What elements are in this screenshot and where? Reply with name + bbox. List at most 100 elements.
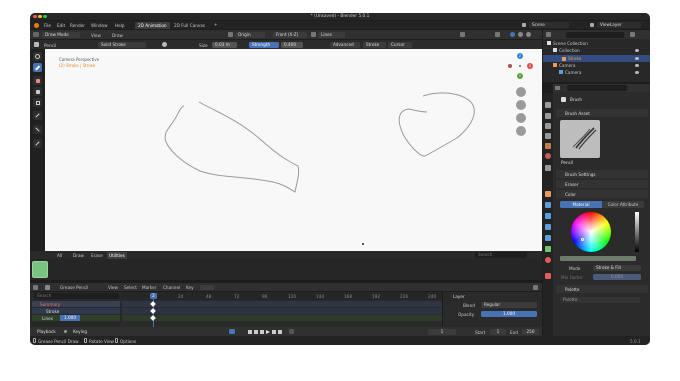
mode-selector[interactable]: Stroke & Fill (593, 265, 641, 271)
drawing-plane-selector[interactable]: Front (X-Z) (273, 31, 307, 38)
effects-properties-tab-icon[interactable] (545, 213, 551, 219)
blender-logo-icon[interactable] (34, 22, 39, 28)
add-workspace-button[interactable]: + (214, 22, 218, 27)
draw-tool-icon[interactable] (33, 63, 42, 72)
guides-icon[interactable] (311, 32, 316, 37)
origin-selector[interactable]: Origin (235, 31, 265, 38)
visibility-eye-icon[interactable] (635, 57, 639, 60)
asset-tab-erase[interactable]: Erase (91, 253, 103, 258)
layer-opacity-field[interactable]: 1.000 (60, 315, 80, 321)
constraints-properties-tab-icon[interactable] (545, 235, 551, 241)
lines-selector[interactable]: Lines (318, 31, 345, 38)
advanced-dropdown[interactable]: Advanced (330, 41, 360, 48)
gizmo-y-axis[interactable]: Y (517, 73, 523, 79)
sync-icon[interactable] (289, 329, 294, 334)
strength-field-label[interactable]: Strength (249, 41, 279, 48)
cutter-tool-icon[interactable] (33, 125, 42, 134)
tint-tool-icon[interactable] (33, 111, 42, 120)
pan-view-icon[interactable] (516, 100, 526, 110)
asset-fill-thumbnail[interactable] (32, 261, 48, 278)
mix-factor-field[interactable]: 0.000 (593, 274, 641, 280)
asset-search-input[interactable]: Search (475, 252, 527, 258)
jump-keyframe-back-icon[interactable] (254, 329, 258, 334)
shading-solid-icon[interactable] (510, 32, 515, 37)
asset-tab-draw[interactable]: Draw (73, 253, 84, 258)
jump-end-icon[interactable] (278, 329, 282, 334)
material-icon[interactable] (162, 42, 167, 47)
filter-icon[interactable] (630, 32, 635, 37)
zoom-view-icon[interactable] (516, 87, 526, 97)
brush-preview[interactable] (560, 120, 600, 158)
menu-file[interactable]: File (44, 23, 51, 28)
brush-asset-panel-header[interactable]: Brush Asset (556, 109, 648, 117)
menu-help[interactable]: Help (115, 23, 125, 28)
playback-dropdown[interactable]: Playback (34, 328, 62, 335)
value-slider[interactable] (635, 212, 639, 252)
brush-name[interactable]: Pencil (44, 43, 56, 48)
camera-view-icon[interactable] (516, 113, 526, 123)
material-properties-tab-icon[interactable] (545, 257, 551, 263)
color-tab-attribute[interactable]: Color Attribute (602, 201, 644, 208)
menu-view[interactable]: View (91, 33, 101, 38)
play-icon[interactable] (266, 329, 270, 334)
palette-selector[interactable]: Palette (560, 297, 640, 303)
perspective-toggle-icon[interactable] (516, 126, 526, 136)
frame-range-icon[interactable] (229, 329, 235, 334)
outliner-editor-icon[interactable] (546, 32, 551, 37)
layer-panel-title[interactable]: Layer (453, 294, 465, 299)
color-picker-cursor[interactable] (581, 238, 584, 241)
shading-rendered-icon[interactable] (526, 32, 531, 37)
properties-editor-icon[interactable] (555, 86, 560, 90)
visibility-eye-icon[interactable] (635, 48, 639, 52)
outliner-search-input[interactable] (566, 31, 624, 38)
color-panel-header[interactable]: Color (556, 190, 648, 198)
shading-material-icon[interactable] (518, 32, 523, 37)
viewport-canvas[interactable]: Camera Perspective (2) Stroke | Stroke Z… (45, 49, 542, 251)
current-color-swatch[interactable] (560, 256, 636, 261)
outliner-item[interactable]: Camera (553, 63, 649, 69)
view-layer-tab-icon[interactable] (545, 133, 551, 139)
visibility-eye-icon[interactable] (635, 63, 639, 67)
size-field[interactable]: 0.03 m (212, 41, 237, 48)
timeline-frames[interactable]: 2 24 48 72 96 120 144 168 192 216 240 (122, 292, 442, 327)
outliner-item[interactable]: Collection (553, 48, 649, 54)
palette-panel-header[interactable]: Palette (556, 285, 648, 293)
menu-draw[interactable]: Draw (112, 33, 123, 38)
current-frame-field[interactable]: 1 (428, 328, 456, 335)
timeline-menu-view[interactable]: View (108, 285, 118, 290)
timeline-menu-key[interactable]: Key (186, 285, 194, 290)
jump-keyframe-forward-icon[interactable] (272, 329, 276, 334)
end-frame-field[interactable]: 250 (522, 328, 539, 335)
xray-toggle-icon[interactable] (495, 32, 500, 37)
modifier-properties-tab-icon[interactable] (545, 202, 551, 208)
channel-layer[interactable]: Lines 1.000 (32, 315, 120, 321)
outliner-item[interactable]: Camera (559, 70, 649, 76)
keying-dropdown[interactable]: Keying (70, 328, 96, 335)
stroke-mode-selector[interactable]: Solid Stroke (98, 41, 146, 48)
menu-edit[interactable]: Edit (57, 23, 65, 28)
filter-icon[interactable] (533, 284, 538, 290)
frame-ruler[interactable] (122, 292, 442, 300)
channel-stroke[interactable]: Stroke (32, 308, 120, 314)
properties-search-input[interactable] (567, 85, 627, 91)
visibility-eye-icon[interactable] (635, 70, 639, 74)
jump-start-icon[interactable] (248, 329, 252, 334)
physics-properties-tab-icon[interactable] (545, 224, 551, 230)
color-tab-material[interactable]: Material (560, 201, 602, 208)
editor-type-icon[interactable] (33, 32, 39, 37)
workspace-tab-2d-animation[interactable]: 2D Animation (135, 21, 170, 29)
gizmo-x-neg[interactable] (508, 64, 512, 68)
world-properties-tab-icon[interactable] (545, 153, 551, 159)
scene-selector[interactable]: Scene (529, 22, 569, 28)
stroke-dropdown[interactable]: Stroke (363, 41, 386, 48)
fill-tool-icon[interactable] (33, 87, 42, 96)
asset-tab-all[interactable]: All (57, 253, 62, 258)
cursor-dropdown[interactable]: Cursor (388, 41, 412, 48)
current-frame-indicator[interactable]: 2 (150, 292, 157, 299)
start-frame-field[interactable]: 1 (490, 328, 506, 335)
transform-orientation-icon[interactable] (228, 32, 233, 37)
navigation-gizmo[interactable]: Z X Y (507, 53, 535, 81)
scene-properties-tab-icon[interactable] (545, 143, 551, 149)
outliner-item-selected[interactable]: Stroke (543, 55, 650, 62)
render-properties-tab-icon[interactable] (545, 113, 551, 119)
